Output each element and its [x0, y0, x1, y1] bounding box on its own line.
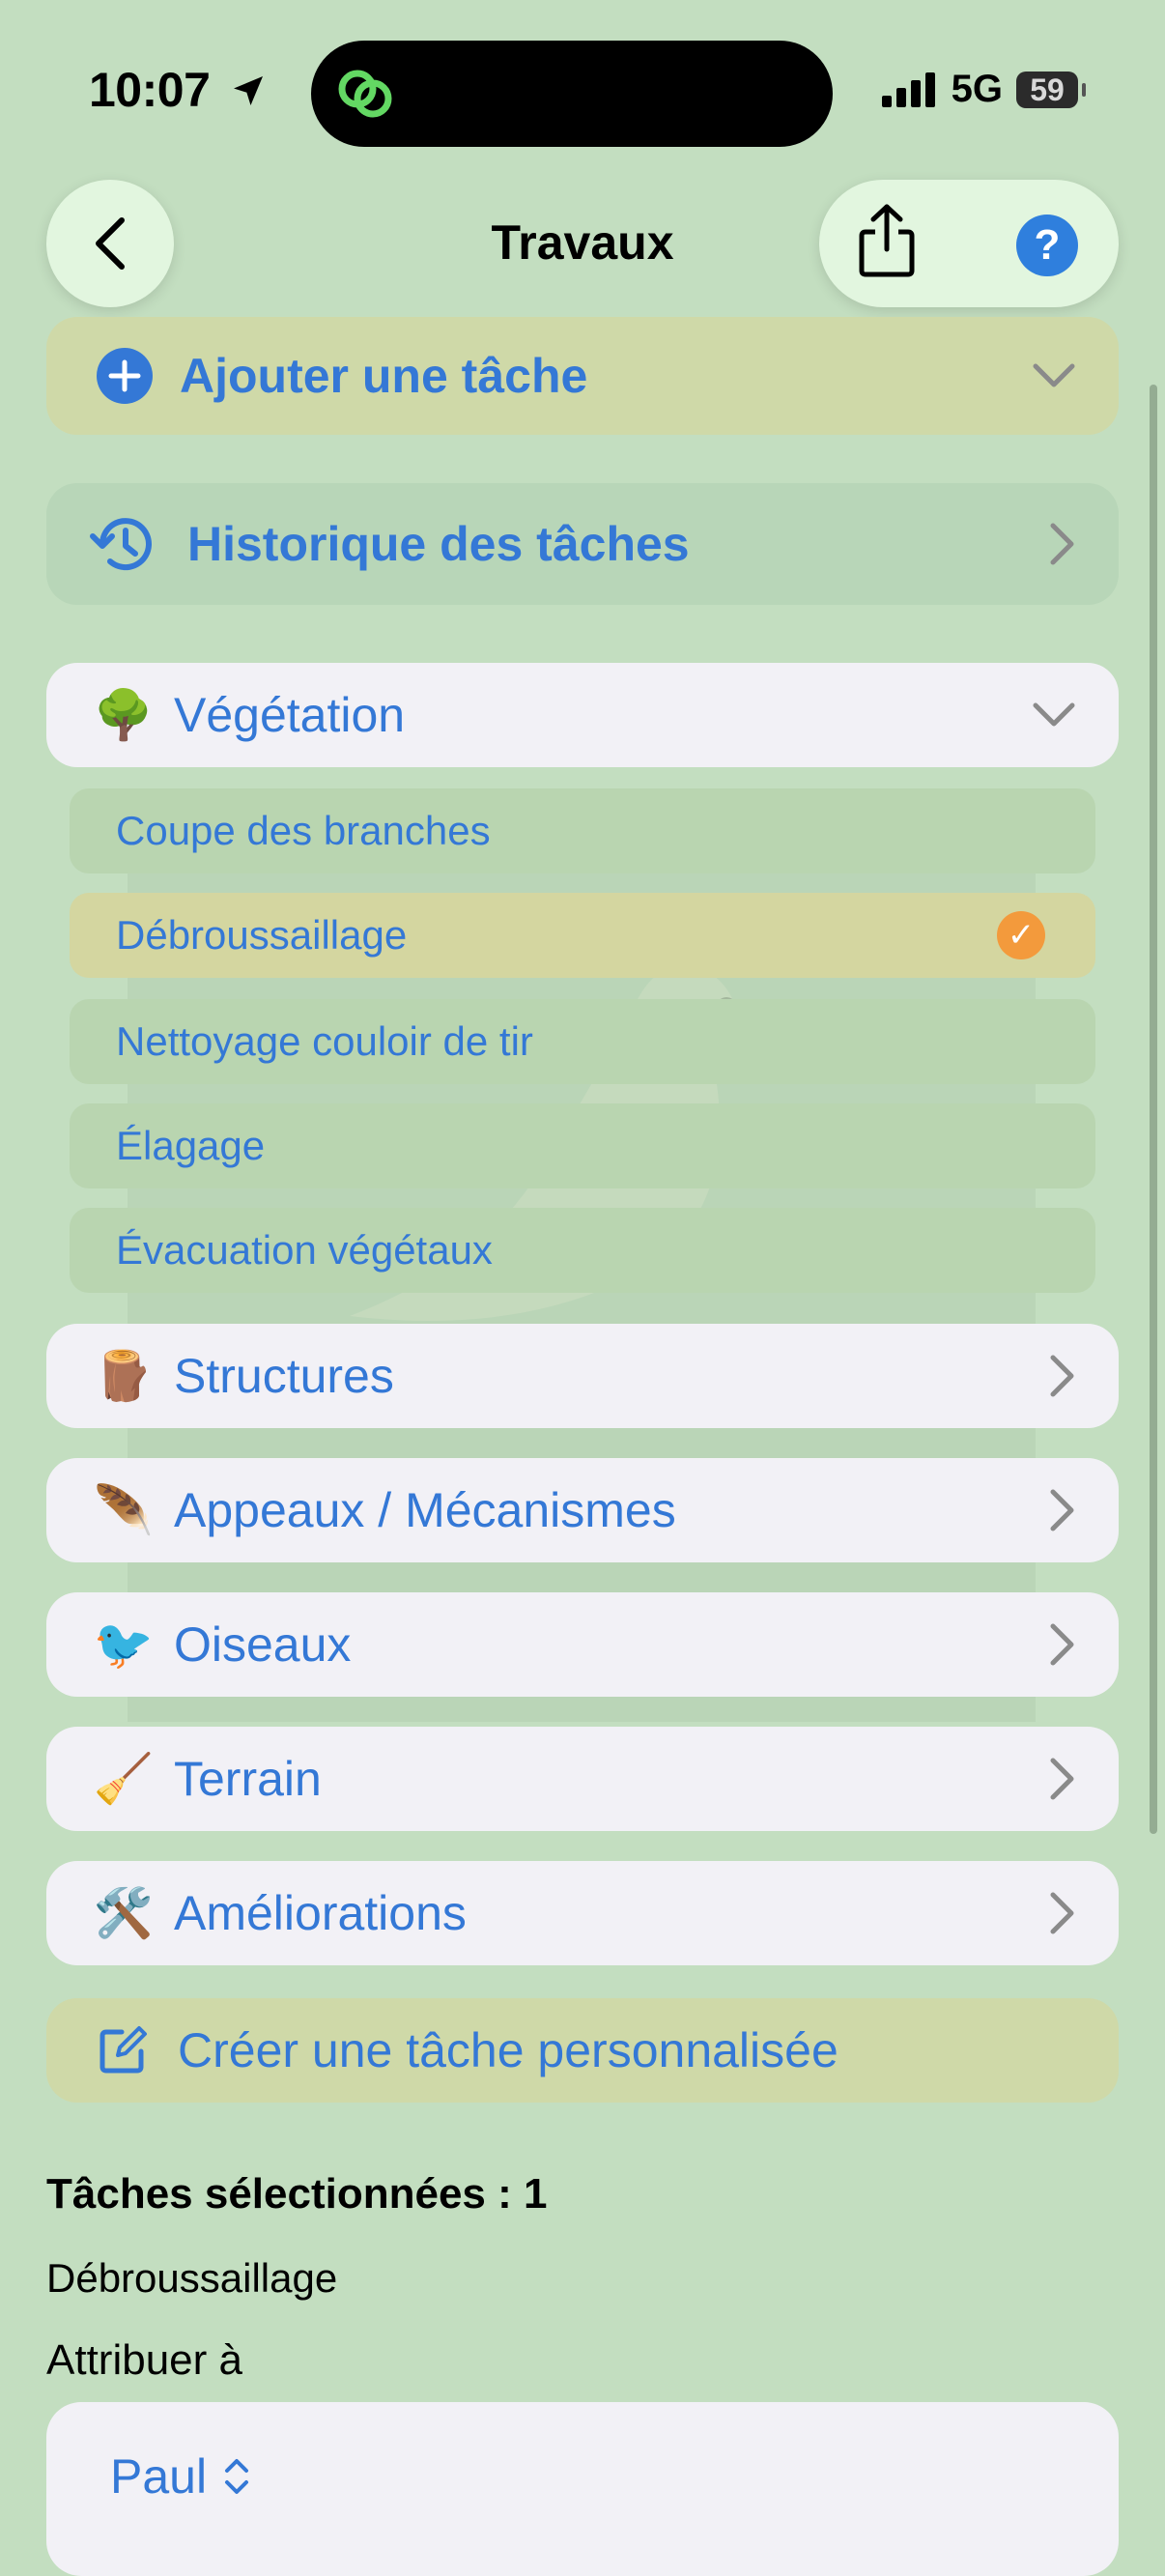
assignee-value[interactable]: Paul [110, 2448, 251, 2504]
location-arrow-icon [233, 76, 263, 105]
edit-icon [99, 2026, 147, 2074]
chevron-right-icon [1050, 523, 1074, 565]
category-label: Terrain [174, 1752, 322, 1806]
task-label: Débroussaillage [116, 912, 408, 958]
chevron-right-icon [1050, 1489, 1074, 1531]
history-label: Historique des tâches [187, 517, 690, 571]
category-ameliorations[interactable]: 🛠️ Améliorations [46, 1861, 1119, 1965]
category-label: Appeaux / Mécanismes [174, 1483, 676, 1537]
plus-circle-icon [97, 348, 153, 404]
category-label: Structures [174, 1349, 394, 1403]
create-custom-task-label: Créer une tâche personnalisée [178, 2023, 838, 2077]
cellular-signal-icon [881, 72, 935, 107]
chevron-right-icon [1050, 1623, 1074, 1666]
chevron-down-icon [1033, 363, 1075, 387]
feather-icon: 🪶 [93, 1482, 155, 1537]
bird-icon: 🐦 [93, 1617, 155, 1672]
history-icon [90, 518, 152, 571]
tree-icon: 🌳 [93, 687, 155, 742]
chevron-right-icon [1050, 1758, 1074, 1800]
share-icon[interactable] [848, 199, 925, 280]
task-item[interactable]: Nettoyage couloir de tir [70, 999, 1095, 1084]
selected-tasks-title: Tâches sélectionnées : 1 [46, 2170, 548, 2218]
task-label: Évacuation végétaux [116, 1227, 493, 1273]
link-icon [338, 70, 392, 118]
chevron-right-icon [1050, 1355, 1074, 1397]
dynamic-island [311, 41, 833, 147]
help-icon[interactable]: ? [1016, 215, 1078, 276]
status-time: 10:07 [89, 62, 268, 118]
chevron-down-icon [1033, 702, 1075, 727]
assign-label: Attribuer à [46, 2336, 242, 2384]
history-row[interactable]: Historique des tâches [46, 483, 1119, 605]
chevron-right-icon [1050, 1892, 1074, 1934]
category-structures[interactable]: 🪵 Structures [46, 1324, 1119, 1428]
checkmark-icon: ✓ [997, 911, 1045, 959]
selected-task-item: Débroussaillage [46, 2255, 338, 2301]
broom-icon: 🧹 [93, 1751, 155, 1806]
task-item[interactable]: Évacuation végétaux [70, 1208, 1095, 1293]
scrollbar[interactable] [1150, 385, 1157, 1834]
category-label: Végétation [174, 688, 406, 742]
updown-chevron-icon [225, 2459, 249, 2494]
task-label: Élagage [116, 1123, 266, 1168]
wood-icon: 🪵 [93, 1348, 155, 1403]
add-task-label: Ajouter une tâche [180, 349, 588, 403]
tools-icon: 🛠️ [93, 1885, 155, 1940]
create-custom-task-button[interactable]: Créer une tâche personnalisée [46, 1998, 1119, 2103]
status-time-text: 10:07 [89, 63, 211, 117]
network-type: 5G [951, 68, 1003, 110]
task-label: Nettoyage couloir de tir [116, 1018, 533, 1064]
category-terrain[interactable]: 🧹 Terrain [46, 1727, 1119, 1831]
category-appeaux[interactable]: 🪶 Appeaux / Mécanismes [46, 1458, 1119, 1562]
task-item[interactable]: Coupe des branches [70, 788, 1095, 873]
battery-icon: 59 [1016, 71, 1086, 108]
status-right: 5G 59 [881, 68, 1086, 111]
task-item[interactable]: Élagage [70, 1103, 1095, 1188]
add-task-row[interactable]: Ajouter une tâche [46, 317, 1119, 435]
category-oiseaux[interactable]: 🐦 Oiseaux [46, 1592, 1119, 1697]
category-vegetation[interactable]: 🌳 Végétation [46, 663, 1119, 767]
task-label: Coupe des branches [116, 808, 491, 853]
category-label: Améliorations [174, 1886, 467, 1940]
category-label: Oiseaux [174, 1617, 352, 1672]
task-item-selected[interactable]: Débroussaillage ✓ [70, 893, 1095, 978]
assignee-name: Paul [110, 2449, 208, 2504]
